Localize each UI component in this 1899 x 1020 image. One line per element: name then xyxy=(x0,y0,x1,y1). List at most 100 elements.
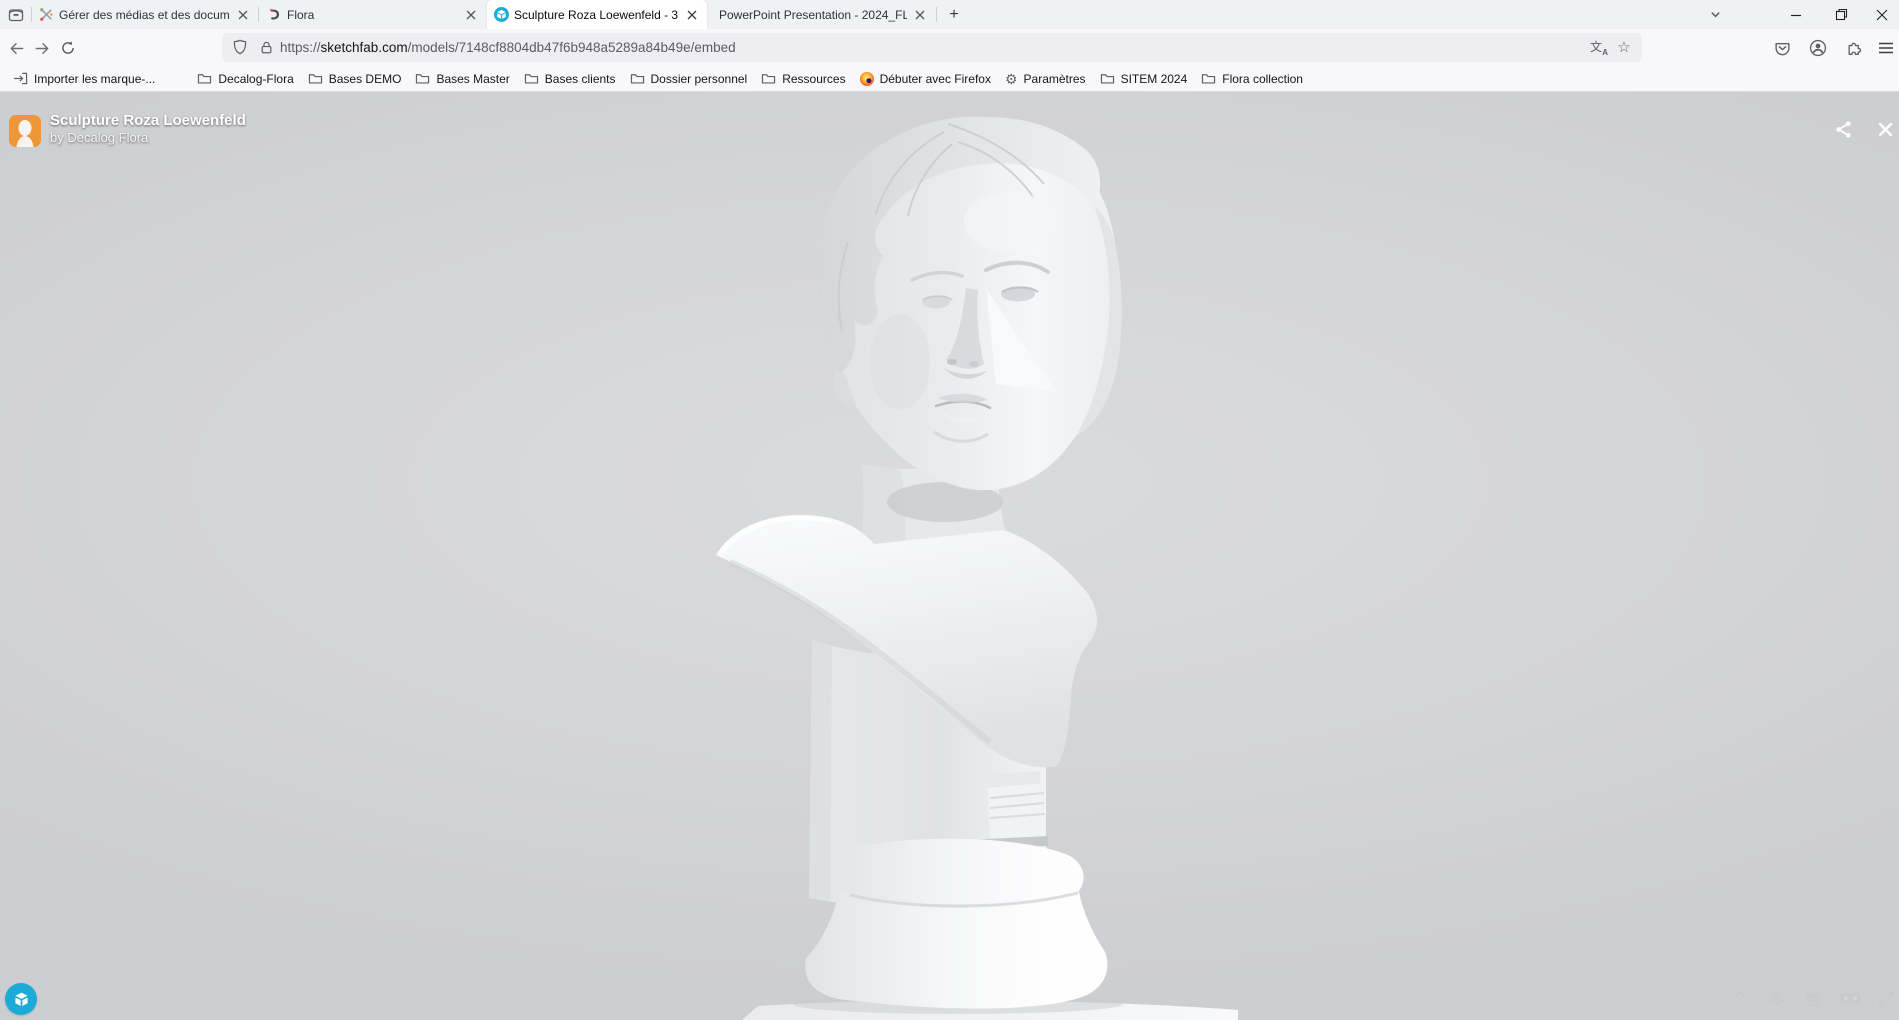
tab-flora[interactable]: Flora xyxy=(260,0,486,29)
forward-button[interactable] xyxy=(28,34,56,62)
folder-icon xyxy=(308,72,323,85)
tab-sketchfab-active[interactable]: Sculpture Roza Loewenfeld - 3D xyxy=(487,0,707,29)
firefox-icon xyxy=(860,72,874,86)
new-tab-button[interactable]: + xyxy=(941,3,967,27)
restore-button[interactable] xyxy=(1824,0,1858,29)
bookmark-folder-bases-clients[interactable]: Bases clients xyxy=(517,69,623,89)
browser-window: { "tab_bar": { "tabs": [ {"title": "Gére… xyxy=(0,0,1899,1020)
chevron-down-icon xyxy=(1709,8,1722,21)
fullscreen-icon xyxy=(1878,991,1895,1008)
vr-mode-button[interactable] xyxy=(1837,986,1863,1012)
decalog-favicon xyxy=(267,7,282,22)
forward-arrow-icon xyxy=(34,40,51,57)
translate-icon: 文A xyxy=(1590,41,1602,53)
pocket-button[interactable] xyxy=(1768,34,1796,62)
back-arrow-icon xyxy=(8,40,25,57)
sculpture-3d-model[interactable] xyxy=(0,92,1899,1020)
viewer-settings-button[interactable]: ⚙ xyxy=(1764,986,1790,1012)
bookmark-debuter-firefox[interactable]: Débuter avec Firefox xyxy=(853,69,998,89)
fullscreen-button[interactable] xyxy=(1873,986,1899,1012)
account-button[interactable] xyxy=(1804,34,1832,62)
menu-button[interactable] xyxy=(1872,34,1899,62)
help-button[interactable]: ? xyxy=(1727,986,1753,1012)
navigation-toolbar: https://sketchfab.com/models/7148cf8804d… xyxy=(0,29,1899,66)
share-button[interactable] xyxy=(1830,116,1856,142)
bookmark-label: Dossier personnel xyxy=(651,72,748,86)
firefox-view-button[interactable] xyxy=(3,2,29,27)
folder-icon xyxy=(1201,72,1216,85)
sketchfab-logo[interactable] xyxy=(5,983,37,1015)
bookmark-folder-sitem-2024[interactable]: SITEM 2024 xyxy=(1093,69,1195,89)
folder-icon xyxy=(761,72,776,85)
wiki-sparkle-favicon xyxy=(39,7,54,22)
tracking-protection-button[interactable] xyxy=(228,35,252,59)
minimize-icon xyxy=(1790,9,1802,21)
bookmark-folder-bases-demo[interactable]: Bases DEMO xyxy=(301,69,409,89)
sketchfab-cube-icon xyxy=(12,990,31,1009)
close-icon xyxy=(238,10,248,20)
tab-separator xyxy=(258,7,259,22)
url-scheme: https:// xyxy=(280,40,321,55)
model-author-link[interactable]: by Decalog Flora xyxy=(50,130,246,145)
translate-button[interactable]: 文A xyxy=(1584,35,1608,59)
close-viewer-button[interactable] xyxy=(1872,116,1898,142)
tab-title: Sculpture Roza Loewenfeld - 3D xyxy=(514,8,679,22)
bookmark-folder-dossier-personnel[interactable]: Dossier personnel xyxy=(623,69,755,89)
site-security-button[interactable] xyxy=(256,35,276,59)
pocket-icon xyxy=(1774,40,1791,57)
bookmark-label: Flora collection xyxy=(1222,72,1303,86)
author-avatar[interactable] xyxy=(9,115,41,147)
model-header: Sculpture Roza Loewenfeld by Decalog Flo… xyxy=(50,112,246,145)
bookmark-folder-ressources[interactable]: Ressources xyxy=(754,69,852,89)
help-icon: ? xyxy=(1735,990,1745,1008)
bookmark-label: Bases clients xyxy=(545,72,616,86)
bookmark-label: Importer les marque-... xyxy=(34,72,155,86)
tab-title: Gérer des médias et des docum xyxy=(59,8,230,22)
inspector-button[interactable] xyxy=(1800,986,1826,1012)
folder-icon xyxy=(415,72,430,85)
bookmark-folder-bases-master[interactable]: Bases Master xyxy=(408,69,516,89)
address-bar[interactable]: https://sketchfab.com/models/7148cf8804d… xyxy=(222,33,1642,62)
extensions-button[interactable] xyxy=(1840,34,1868,62)
folder-icon xyxy=(630,72,645,85)
firefox-view-icon xyxy=(8,7,24,23)
tab-title: PowerPoint Presentation - 2024_FLO xyxy=(719,8,907,22)
bookmark-parametres[interactable]: ⚙ Paramètres xyxy=(998,69,1093,89)
minimize-button[interactable] xyxy=(1779,0,1813,29)
bookmark-label: Ressources xyxy=(782,72,845,86)
close-window-button[interactable] xyxy=(1865,0,1899,29)
folder-icon xyxy=(524,72,539,85)
bookmark-import[interactable]: Importer les marque-... xyxy=(6,69,162,89)
sketchfab-embed-viewer[interactable]: Sculpture Roza Loewenfeld by Decalog Flo… xyxy=(0,92,1899,1020)
share-icon xyxy=(1834,120,1853,139)
url-text[interactable]: https://sketchfab.com/models/7148cf8804d… xyxy=(280,33,736,62)
list-all-tabs-button[interactable] xyxy=(1698,0,1732,29)
import-bookmarks-icon xyxy=(13,72,28,85)
back-button[interactable] xyxy=(2,34,30,62)
restore-icon xyxy=(1835,8,1848,21)
bookmark-label: Paramètres xyxy=(1024,72,1086,86)
tab-close-button[interactable] xyxy=(463,7,479,23)
tab-close-button[interactable] xyxy=(684,7,700,23)
bookmark-folder-decalog-flora[interactable]: Decalog-Flora xyxy=(190,69,300,89)
bookmarks-toolbar: Importer les marque-... Decalog-Flora Ba… xyxy=(0,66,1899,92)
gear-icon: ⚙ xyxy=(1005,72,1018,86)
bookmark-page-button[interactable]: ☆ xyxy=(1612,35,1636,59)
bookmark-label: Bases Master xyxy=(436,72,509,86)
tab-close-button[interactable] xyxy=(235,7,251,23)
tab-close-button[interactable] xyxy=(912,7,928,23)
close-icon xyxy=(915,10,925,20)
sketchfab-favicon xyxy=(494,7,509,22)
folder-icon xyxy=(1100,72,1115,85)
bookmark-label: SITEM 2024 xyxy=(1121,72,1188,86)
bookmark-folder-flora-collection[interactable]: Flora collection xyxy=(1194,69,1310,89)
close-icon xyxy=(466,10,476,20)
url-path: /models/7148cf8804db47f6b948a5289a84b49e… xyxy=(408,40,736,55)
tab-gerer-medias[interactable]: Gérer des médias et des docum xyxy=(32,0,258,29)
avatar-thumbnail xyxy=(9,115,41,147)
model-title-link[interactable]: Sculpture Roza Loewenfeld xyxy=(50,112,246,130)
bookmark-label: Decalog-Flora xyxy=(218,72,293,86)
reload-button[interactable] xyxy=(54,34,82,62)
tab-powerpoint[interactable]: PowerPoint Presentation - 2024_FLO xyxy=(707,0,935,29)
puzzle-icon xyxy=(1846,40,1863,57)
